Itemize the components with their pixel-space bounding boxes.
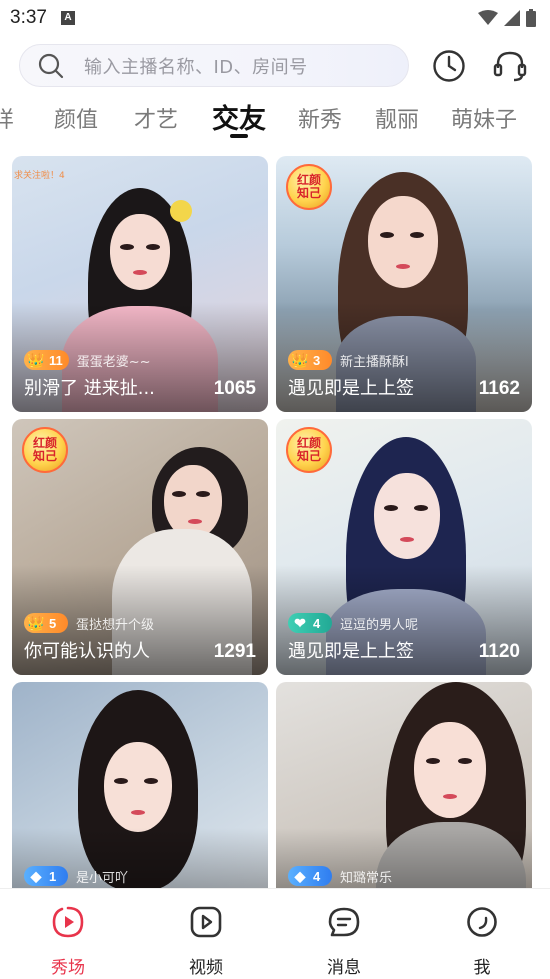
search-input[interactable]: 输入主播名称、ID、房间号 — [19, 44, 409, 87]
corner-badge-text: 红颜知己 — [296, 436, 321, 463]
host-name: 是小可吖 — [76, 870, 129, 886]
room-title: 遇见即是上上签 — [288, 378, 414, 399]
level-badge: ❤ 4 — [288, 613, 332, 633]
tab-cute[interactable]: 萌妹子 — [451, 102, 517, 134]
host-name: 蛋蛋老婆~~ — [76, 354, 151, 370]
active-tab-indicator — [230, 134, 248, 138]
live-card[interactable]: 红颜知己 👑 5 蛋挞想升个级 你可能认识的人 1291 — [12, 419, 268, 675]
live-card[interactable]: 红颜知己 ❤ 4 逗逗的男人呢 遇见即是上上签 1120 — [276, 419, 532, 675]
nav-label: 秀场 — [51, 958, 85, 978]
level-number: 4 — [313, 615, 321, 631]
message-icon — [327, 905, 361, 939]
live-card[interactable]: 求关注啦！4 👑 11 蛋蛋老婆~~ 别滑了 进来扯... 1065 — [12, 156, 268, 412]
host-info: 👑 5 蛋挞想升个级 — [24, 613, 154, 633]
host-name: 知璐常乐 — [340, 870, 393, 886]
level-number: 11 — [49, 352, 63, 368]
room-title: 你可能认识的人 — [24, 641, 150, 662]
host-name: 新主播酥酥l — [340, 354, 409, 370]
status-indicators — [478, 9, 536, 27]
diamond-icon: ◆ — [294, 867, 306, 884]
nav-item-showroom[interactable]: 秀场 — [28, 905, 108, 978]
level-badge: ◆ 1 — [24, 866, 68, 886]
search-icon — [38, 53, 64, 78]
status-bar: 3:37 A — [0, 0, 550, 36]
nav-item-me[interactable]: 我 — [442, 905, 522, 978]
corner-badge: 红颜知己 — [22, 427, 68, 473]
tab-pretty[interactable]: 靓丽 — [375, 102, 419, 134]
level-badge: 👑 11 — [24, 350, 69, 370]
host-name: 逗逗的男人呢 — [340, 617, 419, 633]
diamond-icon: ◆ — [30, 867, 42, 884]
bottom-nav: 秀场 视频 消息 我 — [0, 888, 550, 979]
history-button[interactable] — [431, 48, 467, 84]
battery-icon — [526, 9, 536, 27]
tab-partial[interactable]: 样 — [0, 102, 14, 134]
wifi-icon — [478, 10, 498, 25]
corner-badge: 红颜知己 — [286, 164, 332, 210]
headset-icon — [493, 51, 527, 82]
search-placeholder: 输入主播名称、ID、房间号 — [84, 56, 308, 78]
crown-icon: 👑 — [27, 614, 45, 631]
host-info: 👑 11 蛋蛋老婆~~ — [24, 350, 151, 370]
room-title: 别滑了 进来扯... — [24, 378, 155, 399]
stream-overlay-text: 求关注啦！4 — [14, 171, 65, 181]
profile-icon — [465, 905, 499, 939]
tab-appearance[interactable]: 颜值 — [54, 102, 98, 134]
nav-label: 视频 — [189, 958, 223, 978]
host-info: ◆ 1 是小可吖 — [24, 866, 128, 886]
level-badge: 👑 3 — [288, 350, 332, 370]
status-time: 3:37 — [10, 7, 47, 28]
level-badge: ◆ 4 — [288, 866, 332, 886]
customer-service-button[interactable] — [492, 48, 528, 84]
host-info: 👑 3 新主播酥酥l — [288, 350, 409, 370]
host-name: 蛋挞想升个级 — [76, 617, 155, 633]
viewer-count: 1162 — [478, 378, 520, 399]
corner-badge-text: 红颜知己 — [296, 173, 321, 200]
viewer-count: 1065 — [213, 378, 256, 399]
nav-item-video[interactable]: 视频 — [166, 905, 246, 978]
live-card[interactable]: 红颜知己 👑 3 新主播酥酥l 遇见即是上上签 1162 — [276, 156, 532, 412]
level-number: 4 — [313, 868, 321, 884]
viewer-count: 1291 — [213, 641, 256, 662]
crown-icon: 👑 — [27, 351, 45, 368]
level-number: 5 — [49, 615, 57, 631]
room-title: 遇见即是上上签 — [288, 641, 414, 662]
corner-badge: 红颜知己 — [286, 427, 332, 473]
signal-icon — [504, 10, 520, 26]
level-number: 3 — [313, 352, 321, 368]
tab-friends[interactable]: 交友 — [212, 97, 266, 136]
nav-label: 消息 — [327, 958, 361, 978]
clock-icon — [433, 50, 465, 82]
crown-icon: 👑 — [291, 351, 309, 368]
live-card[interactable]: ◆ 1 是小可吖 — [12, 682, 268, 890]
level-number: 1 — [49, 868, 57, 884]
notification-a-icon: A — [60, 11, 75, 25]
viewer-count: 1120 — [478, 641, 520, 662]
nav-item-messages[interactable]: 消息 — [304, 905, 384, 978]
tab-newcomers[interactable]: 新秀 — [298, 102, 342, 134]
heart-icon: ❤ — [294, 614, 306, 631]
nav-label: 我 — [473, 958, 491, 978]
corner-badge-text: 红颜知己 — [32, 436, 57, 463]
video-icon — [189, 905, 223, 939]
search-header: 输入主播名称、ID、房间号 — [0, 44, 550, 90]
tab-talent[interactable]: 才艺 — [134, 102, 178, 134]
live-room-grid: 求关注啦！4 👑 11 蛋蛋老婆~~ 别滑了 进来扯... 1065 红颜知己 👑… — [12, 156, 532, 890]
host-info: ❤ 4 逗逗的男人呢 — [288, 613, 418, 633]
host-info: ◆ 4 知璐常乐 — [288, 866, 392, 886]
level-badge: 👑 5 — [24, 613, 68, 633]
play-icon — [51, 905, 85, 939]
category-tabs: 样 颜值 才艺 交友 新秀 靓丽 萌妹子 — [0, 96, 550, 140]
live-card[interactable]: ◆ 4 知璐常乐 — [276, 682, 532, 890]
